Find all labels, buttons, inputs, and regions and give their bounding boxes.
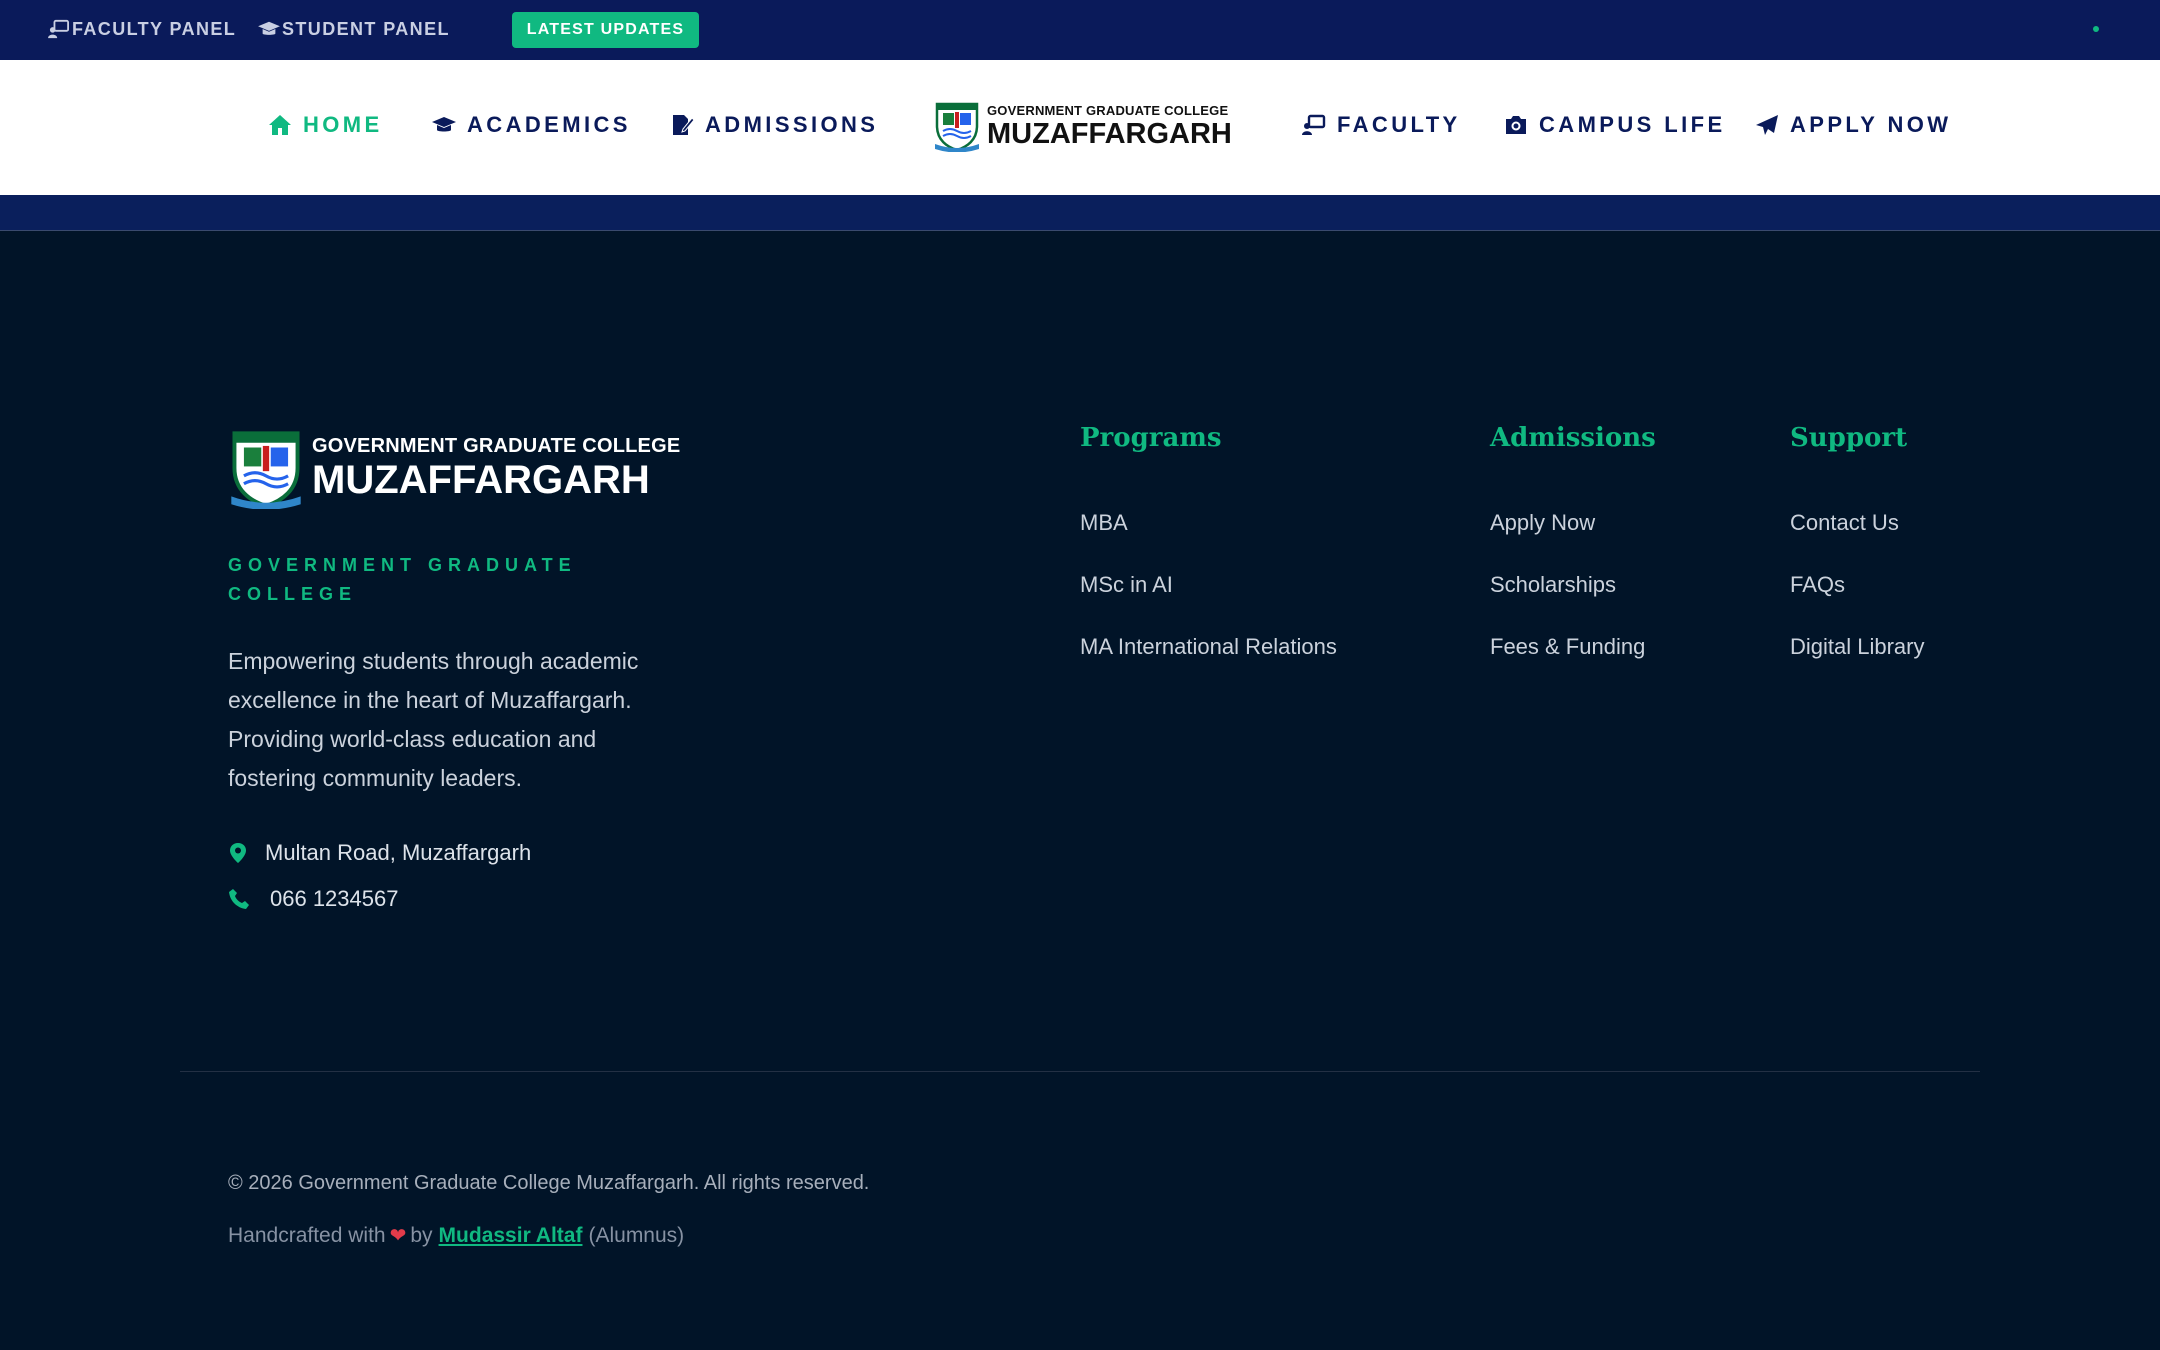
credit-prefix: Handcrafted with	[228, 1223, 386, 1247]
footer-link-msc-ai[interactable]: MSc in AI	[1080, 572, 1173, 598]
college-crest-icon	[228, 427, 304, 509]
heart-icon: ❤	[389, 1225, 407, 1247]
footer-link-mba[interactable]: MBA	[1080, 510, 1128, 536]
camera-icon	[1506, 116, 1526, 134]
nav-apply-now-label: APPLY NOW	[1790, 112, 1952, 137]
faculty-panel-link[interactable]: FACULTY PANEL	[48, 17, 236, 41]
footer-credit: Handcrafted with ❤ by Mudassir Altaf (Al…	[228, 1223, 684, 1248]
footer-admissions-heading: Admissions	[1490, 423, 1656, 453]
footer-address: Multan Road, Muzaffargarh	[228, 838, 531, 868]
faculty-panel-label: FACULTY PANEL	[72, 18, 237, 39]
nav-faculty[interactable]: FACULTY	[1302, 109, 1461, 141]
college-crest-icon	[933, 100, 981, 152]
paper-plane-icon	[1756, 115, 1778, 135]
footer-address-text: Multan Road, Muzaffargarh	[265, 840, 532, 865]
status-indicator-dot	[2093, 26, 2099, 32]
credit-suffix: (Alumnus)	[588, 1223, 685, 1247]
graduation-cap-icon	[432, 117, 456, 132]
credit-by: by	[410, 1223, 433, 1247]
home-icon	[269, 115, 291, 135]
footer-logo-subtitle: GOVERNMENT GRADUATE COLLEGE	[312, 435, 681, 457]
nav-admissions[interactable]: ADMISSIONS	[670, 109, 878, 141]
nav-home[interactable]: HOME	[268, 109, 383, 141]
student-panel-link[interactable]: STUDENT PANEL	[258, 17, 450, 41]
nav-home-label: HOME	[303, 112, 383, 137]
map-marker-icon	[230, 843, 246, 863]
footer-tagline: GOVERNMENT GRADUATE COLLEGE	[228, 555, 577, 604]
nav-admissions-label: ADMISSIONS	[705, 112, 879, 137]
footer-link-apply-now[interactable]: Apply Now	[1490, 510, 1595, 536]
footer-link-ma-ir[interactable]: MA International Relations	[1080, 634, 1337, 660]
chalkboard-user-icon	[48, 19, 69, 39]
footer-phone-text: 066 1234567	[270, 886, 399, 911]
nav-logo-subtitle: GOVERNMENT GRADUATE COLLEGE	[987, 102, 1229, 118]
phone-icon	[229, 889, 249, 909]
nav-college-logo[interactable]: GOVERNMENT GRADUATE COLLEGE MUZAFFARGARH	[933, 99, 1232, 153]
hero-band-strip	[0, 195, 2160, 231]
top-utility-bar: FACULTY PANEL STUDENT PANEL LATEST UPDAT…	[0, 0, 2160, 60]
nav-academics[interactable]: ACADEMICS	[432, 109, 631, 141]
graduation-cap-icon	[258, 21, 280, 35]
nav-campus-life[interactable]: CAMPUS LIFE	[1504, 109, 1726, 141]
footer-programs-heading: Programs	[1080, 423, 1222, 453]
nav-campus-life-label: CAMPUS LIFE	[1539, 112, 1726, 137]
footer-link-faqs[interactable]: FAQs	[1790, 572, 1845, 598]
footer-link-contact-us[interactable]: Contact Us	[1790, 510, 1899, 536]
latest-updates-button[interactable]: LATEST UPDATES	[512, 12, 699, 48]
footer-support-heading: Support	[1790, 423, 1908, 453]
footer-link-fees-funding[interactable]: Fees & Funding	[1490, 634, 1645, 660]
footer-copyright: © 2026 Government Graduate College Muzaf…	[228, 1172, 870, 1194]
credit-author-link[interactable]: Mudassir Altaf	[439, 1224, 583, 1248]
student-panel-label: STUDENT PANEL	[282, 18, 450, 39]
footer-link-scholarships[interactable]: Scholarships	[1490, 572, 1616, 598]
file-signature-icon	[673, 115, 694, 135]
footer-about-text: Empowering students through academic exc…	[228, 648, 639, 791]
nav-logo-title: MUZAFFARGARH	[987, 117, 1232, 150]
chalkboard-user-icon	[1302, 114, 1326, 135]
nav-faculty-label: FACULTY	[1337, 112, 1461, 137]
footer-phone[interactable]: 066 1234567	[228, 884, 398, 914]
nav-apply-now[interactable]: APPLY NOW	[1755, 109, 1951, 141]
main-navbar: HOME ACADEMICS ADMISSIONS GOVERNMENT GRA…	[0, 60, 2160, 195]
footer-divider	[180, 1071, 1980, 1072]
footer-link-digital-library[interactable]: Digital Library	[1790, 634, 1925, 660]
footer-college-logo[interactable]: GOVERNMENT GRADUATE COLLEGE MUZAFFARGARH	[228, 427, 680, 509]
nav-academics-label: ACADEMICS	[467, 112, 631, 137]
footer-logo-title: MUZAFFARGARH	[312, 458, 650, 502]
